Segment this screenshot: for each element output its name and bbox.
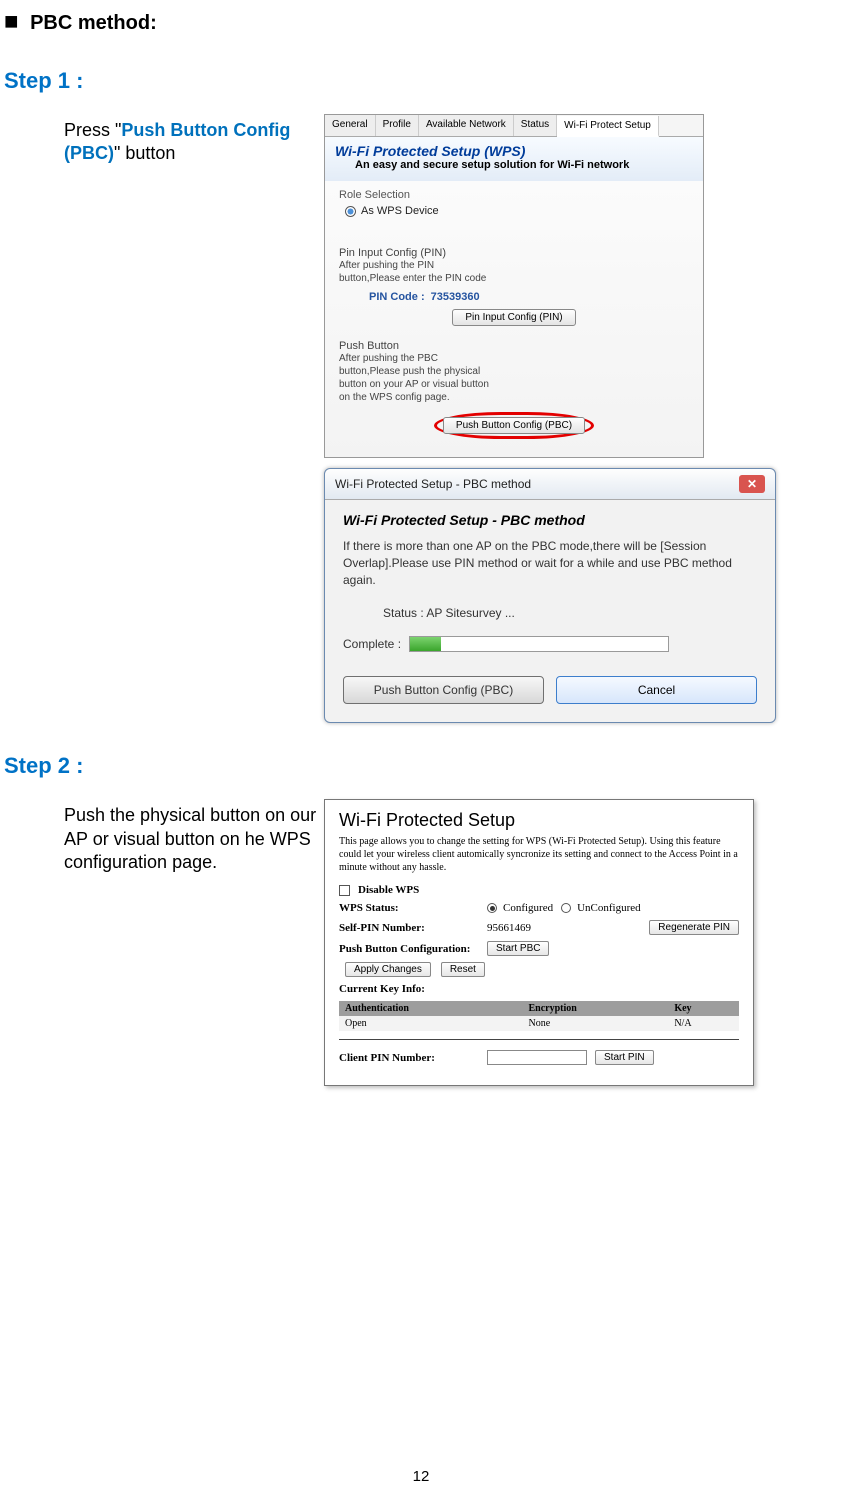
client-pin-label: Client PIN Number:	[339, 1052, 479, 1064]
pin-desc2: button,Please enter the PIN code	[339, 272, 689, 285]
radio-selected-icon	[345, 206, 356, 217]
regenerate-pin-button[interactable]: Regenerate PIN	[649, 920, 739, 935]
self-pin-label: Self-PIN Number:	[339, 922, 479, 934]
pbc-desc3: button on your AP or visual button	[339, 378, 689, 391]
push-button-group-label: Push Button	[339, 340, 689, 352]
tab-general[interactable]: General	[325, 115, 376, 136]
unconfigured-radio[interactable]: UnConfigured	[561, 902, 641, 914]
role-radio-row[interactable]: As WPS Device	[339, 205, 689, 217]
current-key-info-label: Current Key Info:	[339, 983, 479, 995]
key-info-table: Authentication Encryption Key Open None …	[339, 1001, 739, 1031]
divider	[339, 1039, 739, 1040]
pbc-dialog: Wi-Fi Protected Setup - PBC method ✕ Wi-…	[324, 468, 776, 723]
wps-subtitle: An easy and secure setup solution for Wi…	[335, 159, 693, 171]
ap-panel-title: Wi-Fi Protected Setup	[339, 810, 739, 831]
th-enc: Encryption	[522, 1001, 668, 1016]
pbc-label: Push Button Configuration:	[339, 943, 479, 955]
wps-title: Wi-Fi Protected Setup (WPS)	[335, 143, 693, 159]
unconfigured-text: UnConfigured	[577, 902, 641, 914]
dialog-status-value: AP Sitesurvey ...	[426, 606, 514, 620]
push-button-config-button[interactable]: Push Button Config (PBC)	[443, 417, 585, 434]
tab-status[interactable]: Status	[514, 115, 557, 136]
pbc-highlight-annotation: Push Button Config (PBC)	[434, 412, 594, 439]
tab-profile[interactable]: Profile	[376, 115, 419, 136]
dialog-title-text: Wi-Fi Protected Setup - PBC method	[335, 477, 531, 491]
tab-wifi-protect-setup[interactable]: Wi-Fi Protect Setup	[557, 116, 659, 137]
dialog-pbc-button[interactable]: Push Button Config (PBC)	[343, 676, 544, 704]
disable-wps-checkbox[interactable]	[339, 885, 350, 896]
dialog-titlebar: Wi-Fi Protected Setup - PBC method ✕	[325, 469, 775, 500]
step1-suffix: " button	[114, 143, 175, 163]
pin-input-config-button[interactable]: Pin Input Config (PIN)	[452, 309, 575, 326]
td-auth: Open	[339, 1016, 522, 1031]
apply-changes-button[interactable]: Apply Changes	[345, 962, 431, 977]
wps-panel: General Profile Available Network Status…	[324, 114, 704, 458]
pin-code-label: PIN Code :	[369, 291, 425, 303]
dialog-info-text: If there is more than one AP on the PBC …	[343, 538, 757, 588]
step1-label: Step 1 :	[4, 68, 838, 94]
dialog-complete-label: Complete :	[343, 637, 401, 651]
dialog-status-label: Status :	[383, 606, 424, 620]
th-auth: Authentication	[339, 1001, 522, 1016]
step2-label: Step 2 :	[4, 753, 838, 779]
pbc-desc1: After pushing the PBC	[339, 352, 689, 365]
tab-bar: General Profile Available Network Status…	[325, 115, 703, 137]
bullet-square-icon: ■	[4, 8, 19, 36]
configured-radio[interactable]: Configured	[487, 902, 553, 914]
start-pbc-button[interactable]: Start PBC	[487, 941, 549, 956]
tab-available-network[interactable]: Available Network	[419, 115, 514, 136]
dialog-heading: Wi-Fi Protected Setup - PBC method	[343, 512, 757, 528]
pin-desc1: After pushing the PIN	[339, 259, 689, 272]
reset-button[interactable]: Reset	[441, 962, 485, 977]
self-pin-value: 95661469	[487, 922, 531, 934]
start-pin-button[interactable]: Start PIN	[595, 1050, 654, 1065]
pbc-desc4: on the WPS config page.	[339, 391, 689, 404]
wps-status-label: WPS Status:	[339, 902, 479, 914]
section-heading: ■ PBC method:	[4, 8, 838, 36]
progress-bar	[409, 636, 669, 652]
page-number: 12	[0, 1468, 842, 1485]
th-key: Key	[668, 1001, 739, 1016]
role-option-text: As WPS Device	[361, 205, 439, 217]
close-icon[interactable]: ✕	[739, 475, 765, 493]
pbc-desc2: button,Please push the physical	[339, 365, 689, 378]
pin-code-value: 73539360	[431, 291, 480, 303]
ap-wps-config-panel: Wi-Fi Protected Setup This page allows y…	[324, 799, 754, 1086]
disable-wps-label: Disable WPS	[358, 884, 419, 896]
heading-text: PBC method:	[30, 12, 157, 34]
wps-header: Wi-Fi Protected Setup (WPS) An easy and …	[325, 137, 703, 181]
td-key: N/A	[668, 1016, 739, 1031]
configured-text: Configured	[503, 902, 553, 914]
ap-panel-desc: This page allows you to change the setti…	[339, 835, 739, 874]
role-selection-label: Role Selection	[339, 189, 689, 201]
td-enc: None	[522, 1016, 668, 1031]
client-pin-input[interactable]	[487, 1050, 587, 1065]
step2-text: Push the physical button on our AP or vi…	[4, 799, 324, 874]
step1-prefix: Press "	[64, 120, 121, 140]
dialog-cancel-button[interactable]: Cancel	[556, 676, 757, 704]
step1-text: Press "Push Button Config (PBC)" button	[4, 114, 324, 166]
pin-group-label: Pin Input Config (PIN)	[339, 247, 689, 259]
